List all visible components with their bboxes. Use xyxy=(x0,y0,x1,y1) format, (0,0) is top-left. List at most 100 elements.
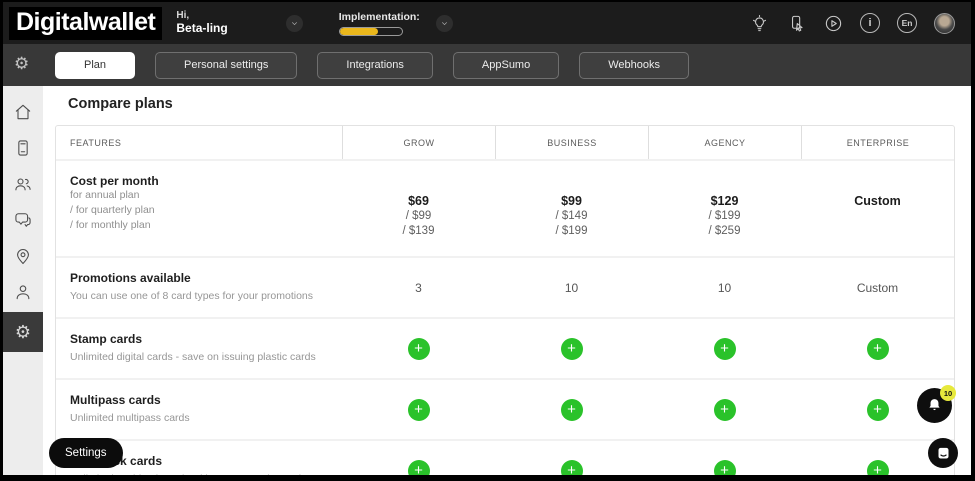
progress-fill xyxy=(340,28,378,35)
sidebar-item-settings[interactable]: ⚙ xyxy=(3,312,43,352)
feature-cell: Stamp cards Unlimited digital cards - sa… xyxy=(56,319,342,378)
app-window: Digitalwallet Hi, Beta-ling Implementati… xyxy=(0,0,975,481)
price-annual: $99 xyxy=(561,194,582,209)
settings-section-icon: ⚙ xyxy=(14,55,29,72)
price-quarterly: / $149 xyxy=(556,209,588,224)
location-pin-icon xyxy=(13,246,33,266)
multipass-agency: + xyxy=(648,380,801,439)
implementation-chevron[interactable] xyxy=(436,15,453,32)
page-title: Compare plans xyxy=(68,96,971,112)
multipass-grow: + xyxy=(342,380,495,439)
stamp-grow: + xyxy=(342,319,495,378)
avatar[interactable] xyxy=(934,13,955,34)
chat-widget-button[interactable] xyxy=(928,438,958,468)
implementation-progress-bar xyxy=(339,27,403,36)
lightbulb-icon[interactable] xyxy=(749,13,769,33)
chat-bubbles-icon xyxy=(13,210,33,230)
feature-subtitle: Unlimited digital cards - save on issuin… xyxy=(70,350,342,364)
sidebar-item-customers[interactable] xyxy=(3,166,43,202)
included-plus-icon: + xyxy=(714,338,736,360)
language-icon[interactable]: En xyxy=(897,13,917,33)
feature-line: / for monthly plan xyxy=(70,218,342,233)
user-greeting[interactable]: Hi, Beta-ling xyxy=(176,10,227,35)
sidebar-item-cards[interactable] xyxy=(3,130,43,166)
feature-cell: Multipass cards Unlimited multipass card… xyxy=(56,380,342,439)
info-icon[interactable]: i xyxy=(860,13,880,33)
included-plus-icon: + xyxy=(714,460,736,481)
included-plus-icon: + xyxy=(408,399,430,421)
cashback-business: + xyxy=(495,441,648,481)
cost-enterprise: Custom xyxy=(801,161,954,256)
sidebar-item-home[interactable] xyxy=(3,94,43,130)
feature-line: for annual plan xyxy=(70,188,342,203)
included-plus-icon: + xyxy=(561,460,583,481)
cost-agency: $129 / $199 / $259 xyxy=(648,161,801,256)
multipass-business: + xyxy=(495,380,648,439)
bell-icon xyxy=(926,397,943,414)
cost-business: $99 / $149 / $199 xyxy=(495,161,648,256)
notifications-badge: 10 xyxy=(940,385,956,401)
included-plus-icon: + xyxy=(408,460,430,481)
info-glyph: i xyxy=(868,17,871,29)
value: 10 xyxy=(565,281,578,295)
notifications-button[interactable]: 10 xyxy=(917,388,952,423)
column-header-agency: AGENCY xyxy=(648,126,801,159)
column-header-features: FEATURES xyxy=(56,126,342,159)
included-plus-icon: + xyxy=(867,338,889,360)
table-row-cashback-cards: Cashback cards Unlimited cashback cards … xyxy=(56,439,954,481)
sidebar: ⚙ xyxy=(3,86,43,475)
included-plus-icon: + xyxy=(561,338,583,360)
feature-title: Stamp cards xyxy=(70,332,342,346)
promotions-enterprise: Custom xyxy=(801,258,954,317)
feature-cell: Promotions available You can use one of … xyxy=(56,258,342,317)
gear-icon: ⚙ xyxy=(15,323,31,341)
tab-personal-settings[interactable]: Personal settings xyxy=(155,52,297,79)
feature-line: / for quarterly plan xyxy=(70,203,342,218)
sidebar-item-managers[interactable] xyxy=(3,274,43,310)
column-header-business: BUSINESS xyxy=(495,126,648,159)
table-row-multipass-cards: Multipass cards Unlimited multipass card… xyxy=(56,378,954,439)
table-header: FEATURES GROW BUSINESS AGENCY ENTERPRISE xyxy=(56,126,954,159)
feature-title: Promotions available xyxy=(70,271,342,285)
card-terminal-icon xyxy=(13,138,33,158)
play-icon[interactable] xyxy=(823,13,843,33)
feature-cell: Cost per month for annual plan / for qua… xyxy=(56,161,342,256)
tab-webhooks[interactable]: Webhooks xyxy=(579,52,689,79)
stamp-enterprise: + xyxy=(801,319,954,378)
greeting-username: Beta-ling xyxy=(176,22,227,36)
table-row-stamp-cards: Stamp cards Unlimited digital cards - sa… xyxy=(56,317,954,378)
person-icon xyxy=(13,282,33,302)
tab-plan[interactable]: Plan xyxy=(55,52,135,79)
feature-subtitle: Unlimited cashback cards with custom sav… xyxy=(70,472,342,481)
messenger-icon xyxy=(936,446,951,461)
mobile-demo-icon[interactable] xyxy=(786,13,806,33)
cashback-grow: + xyxy=(342,441,495,481)
settings-tab-bar: ⚙ Plan Personal settings Integrations Ap… xyxy=(3,44,971,86)
price-monthly: / $139 xyxy=(403,224,435,239)
tab-integrations[interactable]: Integrations xyxy=(317,52,432,79)
price-monthly: / $199 xyxy=(556,224,588,239)
included-plus-icon: + xyxy=(408,338,430,360)
price-quarterly: / $199 xyxy=(709,209,741,224)
chevron-down-icon xyxy=(290,19,299,28)
value: 10 xyxy=(718,281,731,295)
included-plus-icon: + xyxy=(714,399,736,421)
sidebar-item-locations[interactable] xyxy=(3,238,43,274)
sidebar-item-chat[interactable] xyxy=(3,202,43,238)
implementation-label: Implementation: xyxy=(339,11,420,23)
price-annual: $69 xyxy=(408,194,429,209)
app-logo: Digitalwallet xyxy=(9,7,162,40)
table-row-cost: Cost per month for annual plan / for qua… xyxy=(56,159,954,256)
column-header-enterprise: ENTERPRISE xyxy=(801,126,954,159)
cashback-agency: + xyxy=(648,441,801,481)
user-menu-chevron[interactable] xyxy=(286,15,303,32)
top-bar: Digitalwallet Hi, Beta-ling Implementati… xyxy=(3,2,971,44)
price-custom: Custom xyxy=(854,194,901,209)
price-quarterly: / $99 xyxy=(406,209,432,224)
tab-appsumo[interactable]: AppSumo xyxy=(453,52,559,79)
feature-subtitle: You can use one of 8 card types for your… xyxy=(70,289,342,303)
promotions-business: 10 xyxy=(495,258,648,317)
included-plus-icon: + xyxy=(867,399,889,421)
feature-title: Cost per month xyxy=(70,174,342,188)
main-content: Compare plans FEATURES GROW BUSINESS AGE… xyxy=(43,86,971,475)
